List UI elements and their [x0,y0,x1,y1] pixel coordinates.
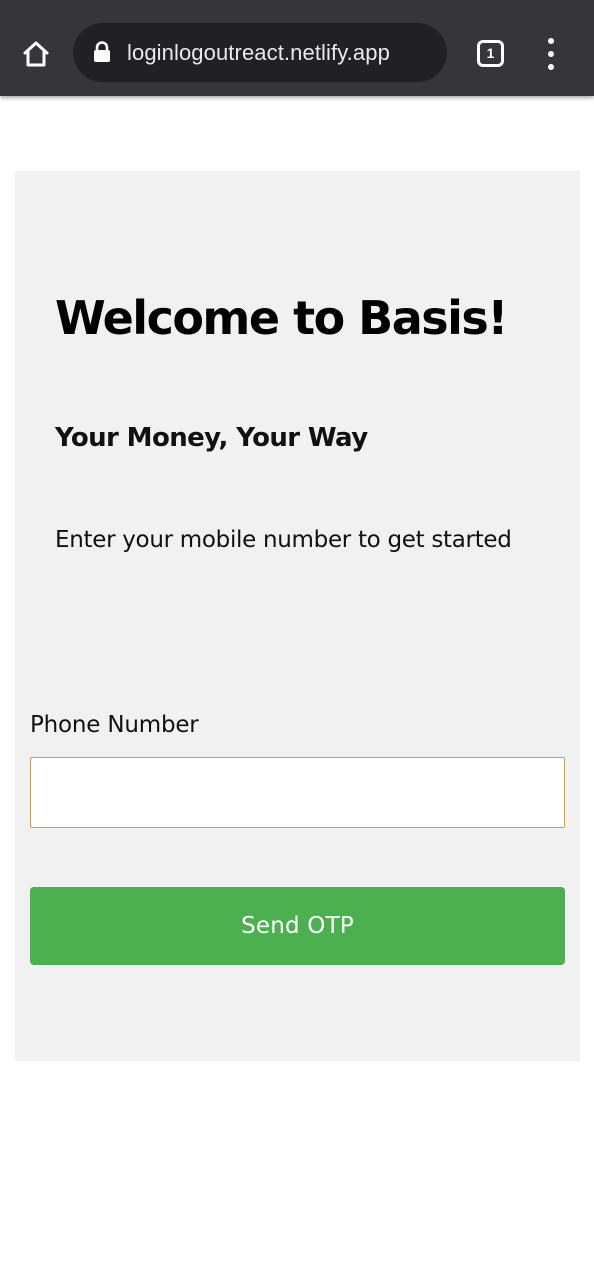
browser-toolbar: loginlogoutreact.netlify.app 1 [0,0,594,96]
home-button[interactable] [14,34,58,74]
login-card: Welcome to Basis! Your Money, Your Way E… [15,171,580,1061]
page-title: Welcome to Basis! [55,291,508,345]
send-otp-button[interactable]: Send OTP [30,887,565,965]
instruction-text: Enter your mobile number to get started [55,527,512,553]
more-vert-icon[interactable] [536,36,566,72]
lock-icon [94,41,110,62]
address-bar[interactable]: loginlogoutreact.netlify.app [73,23,447,82]
phone-number-input[interactable] [30,757,565,828]
tab-switcher-button[interactable]: 1 [477,40,504,67]
url-text[interactable]: loginlogoutreact.netlify.app [127,23,390,82]
tagline: Your Money, Your Way [55,423,368,453]
phone-number-label: Phone Number [30,712,199,738]
home-icon [23,41,49,67]
